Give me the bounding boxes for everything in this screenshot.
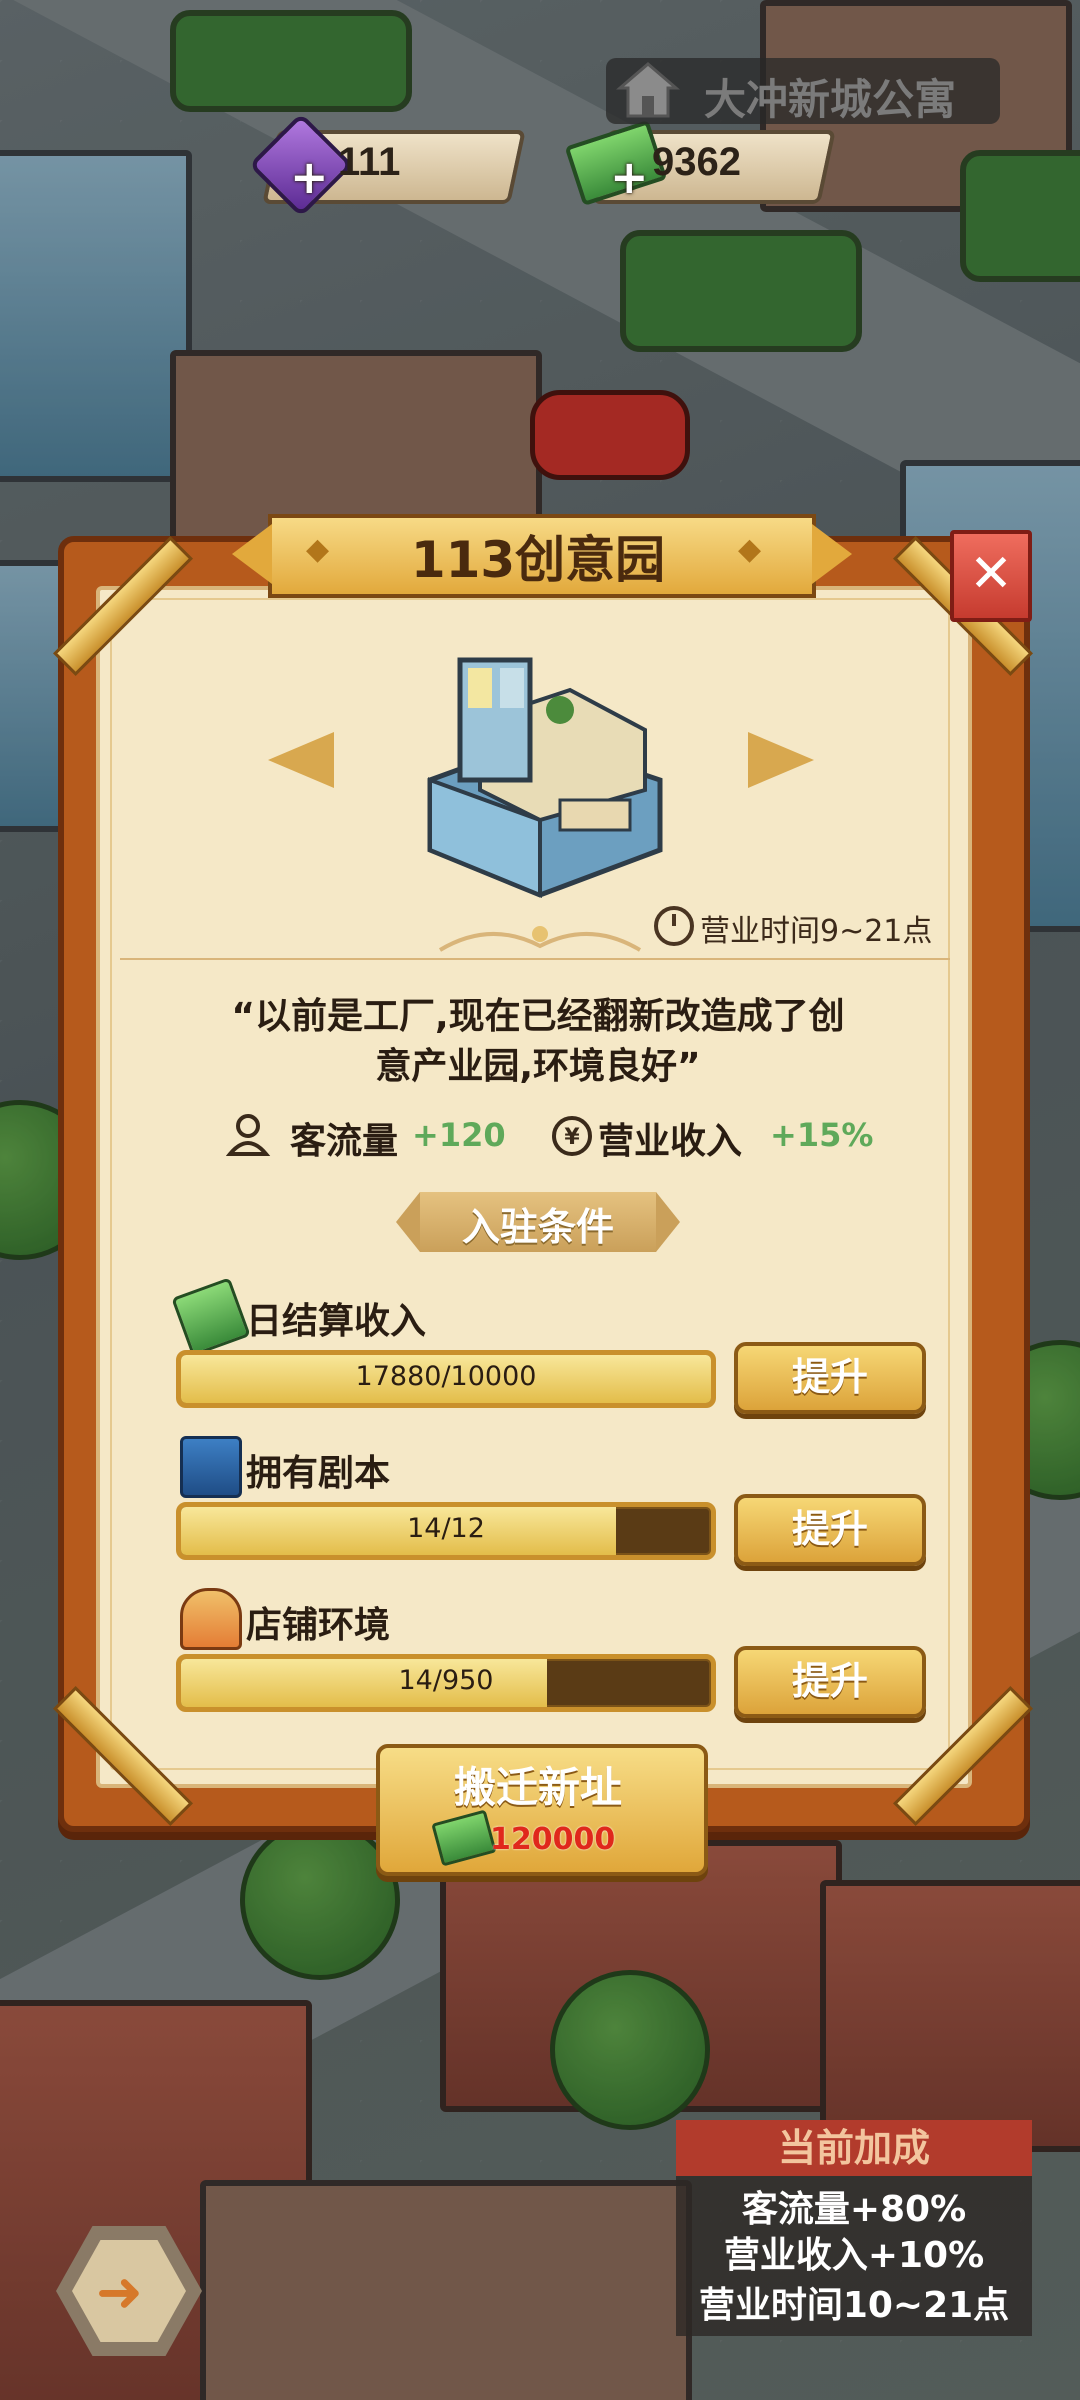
location-name: 大冲新城公寓 — [704, 75, 957, 124]
upgrade-button[interactable]: 提升 — [734, 1646, 926, 1718]
relocate-label: 搬迁新址 — [453, 1763, 622, 1812]
venue-title: 113创意园 — [410, 531, 666, 589]
bonus-traffic: 客流量+80% — [741, 2189, 967, 2230]
customer-icon — [226, 1114, 271, 1156]
close-button[interactable]: ✕ — [950, 530, 1032, 622]
cash-count: 9362 — [652, 140, 741, 184]
house-icon — [616, 62, 680, 118]
traffic-value: +120 — [412, 1116, 506, 1154]
shop-house-icon — [180, 1588, 242, 1650]
requirement-progress-bar: 14/12 — [176, 1502, 716, 1560]
previous-venue-arrow[interactable] — [268, 732, 334, 788]
svg-text:¥: ¥ — [564, 1125, 580, 1150]
venue-description: “以前是工厂,现在已经翻新改造成了创 意产业园,环境良好” — [231, 996, 845, 1087]
requirement-label: 日结算收入 — [246, 1301, 427, 1342]
add-cash-icon[interactable]: + — [610, 150, 649, 204]
requirement-label: 拥有剧本 — [246, 1453, 391, 1494]
income-value: +15% — [770, 1116, 874, 1154]
requirement-progress-bar: 17880/10000 — [176, 1350, 716, 1408]
requirement-progress-bar: 14/950 — [176, 1654, 716, 1712]
business-hours: 营业时间9~21点 — [700, 914, 933, 949]
requirements-title: 入驻条件 — [461, 1205, 614, 1249]
bonus-title: 当前加成 — [676, 2120, 1032, 2176]
clock-icon — [654, 906, 694, 946]
ornament-flourish — [438, 926, 642, 952]
gem-count: 111 — [338, 140, 401, 184]
script-book-icon — [180, 1436, 242, 1498]
back-arrow-icon: ➜ — [96, 2260, 143, 2325]
divider — [120, 958, 950, 960]
add-gems-icon[interactable]: + — [290, 150, 329, 204]
traffic-label: 客流量 — [290, 1121, 399, 1162]
relocate-cost: 120000 — [490, 1822, 616, 1857]
next-venue-arrow[interactable] — [748, 732, 814, 788]
bonus-income: 营业收入+10% — [723, 2235, 985, 2276]
creative-park-building-image — [427, 657, 663, 898]
upgrade-button[interactable]: 提升 — [734, 1342, 926, 1414]
upgrade-button[interactable]: 提升 — [734, 1494, 926, 1566]
yen-icon: ¥ — [552, 1116, 592, 1156]
income-label: 营业收入 — [598, 1121, 743, 1162]
bonus-hours: 营业时间10~21点 — [698, 2285, 1010, 2326]
requirement-label: 店铺环境 — [246, 1605, 391, 1646]
